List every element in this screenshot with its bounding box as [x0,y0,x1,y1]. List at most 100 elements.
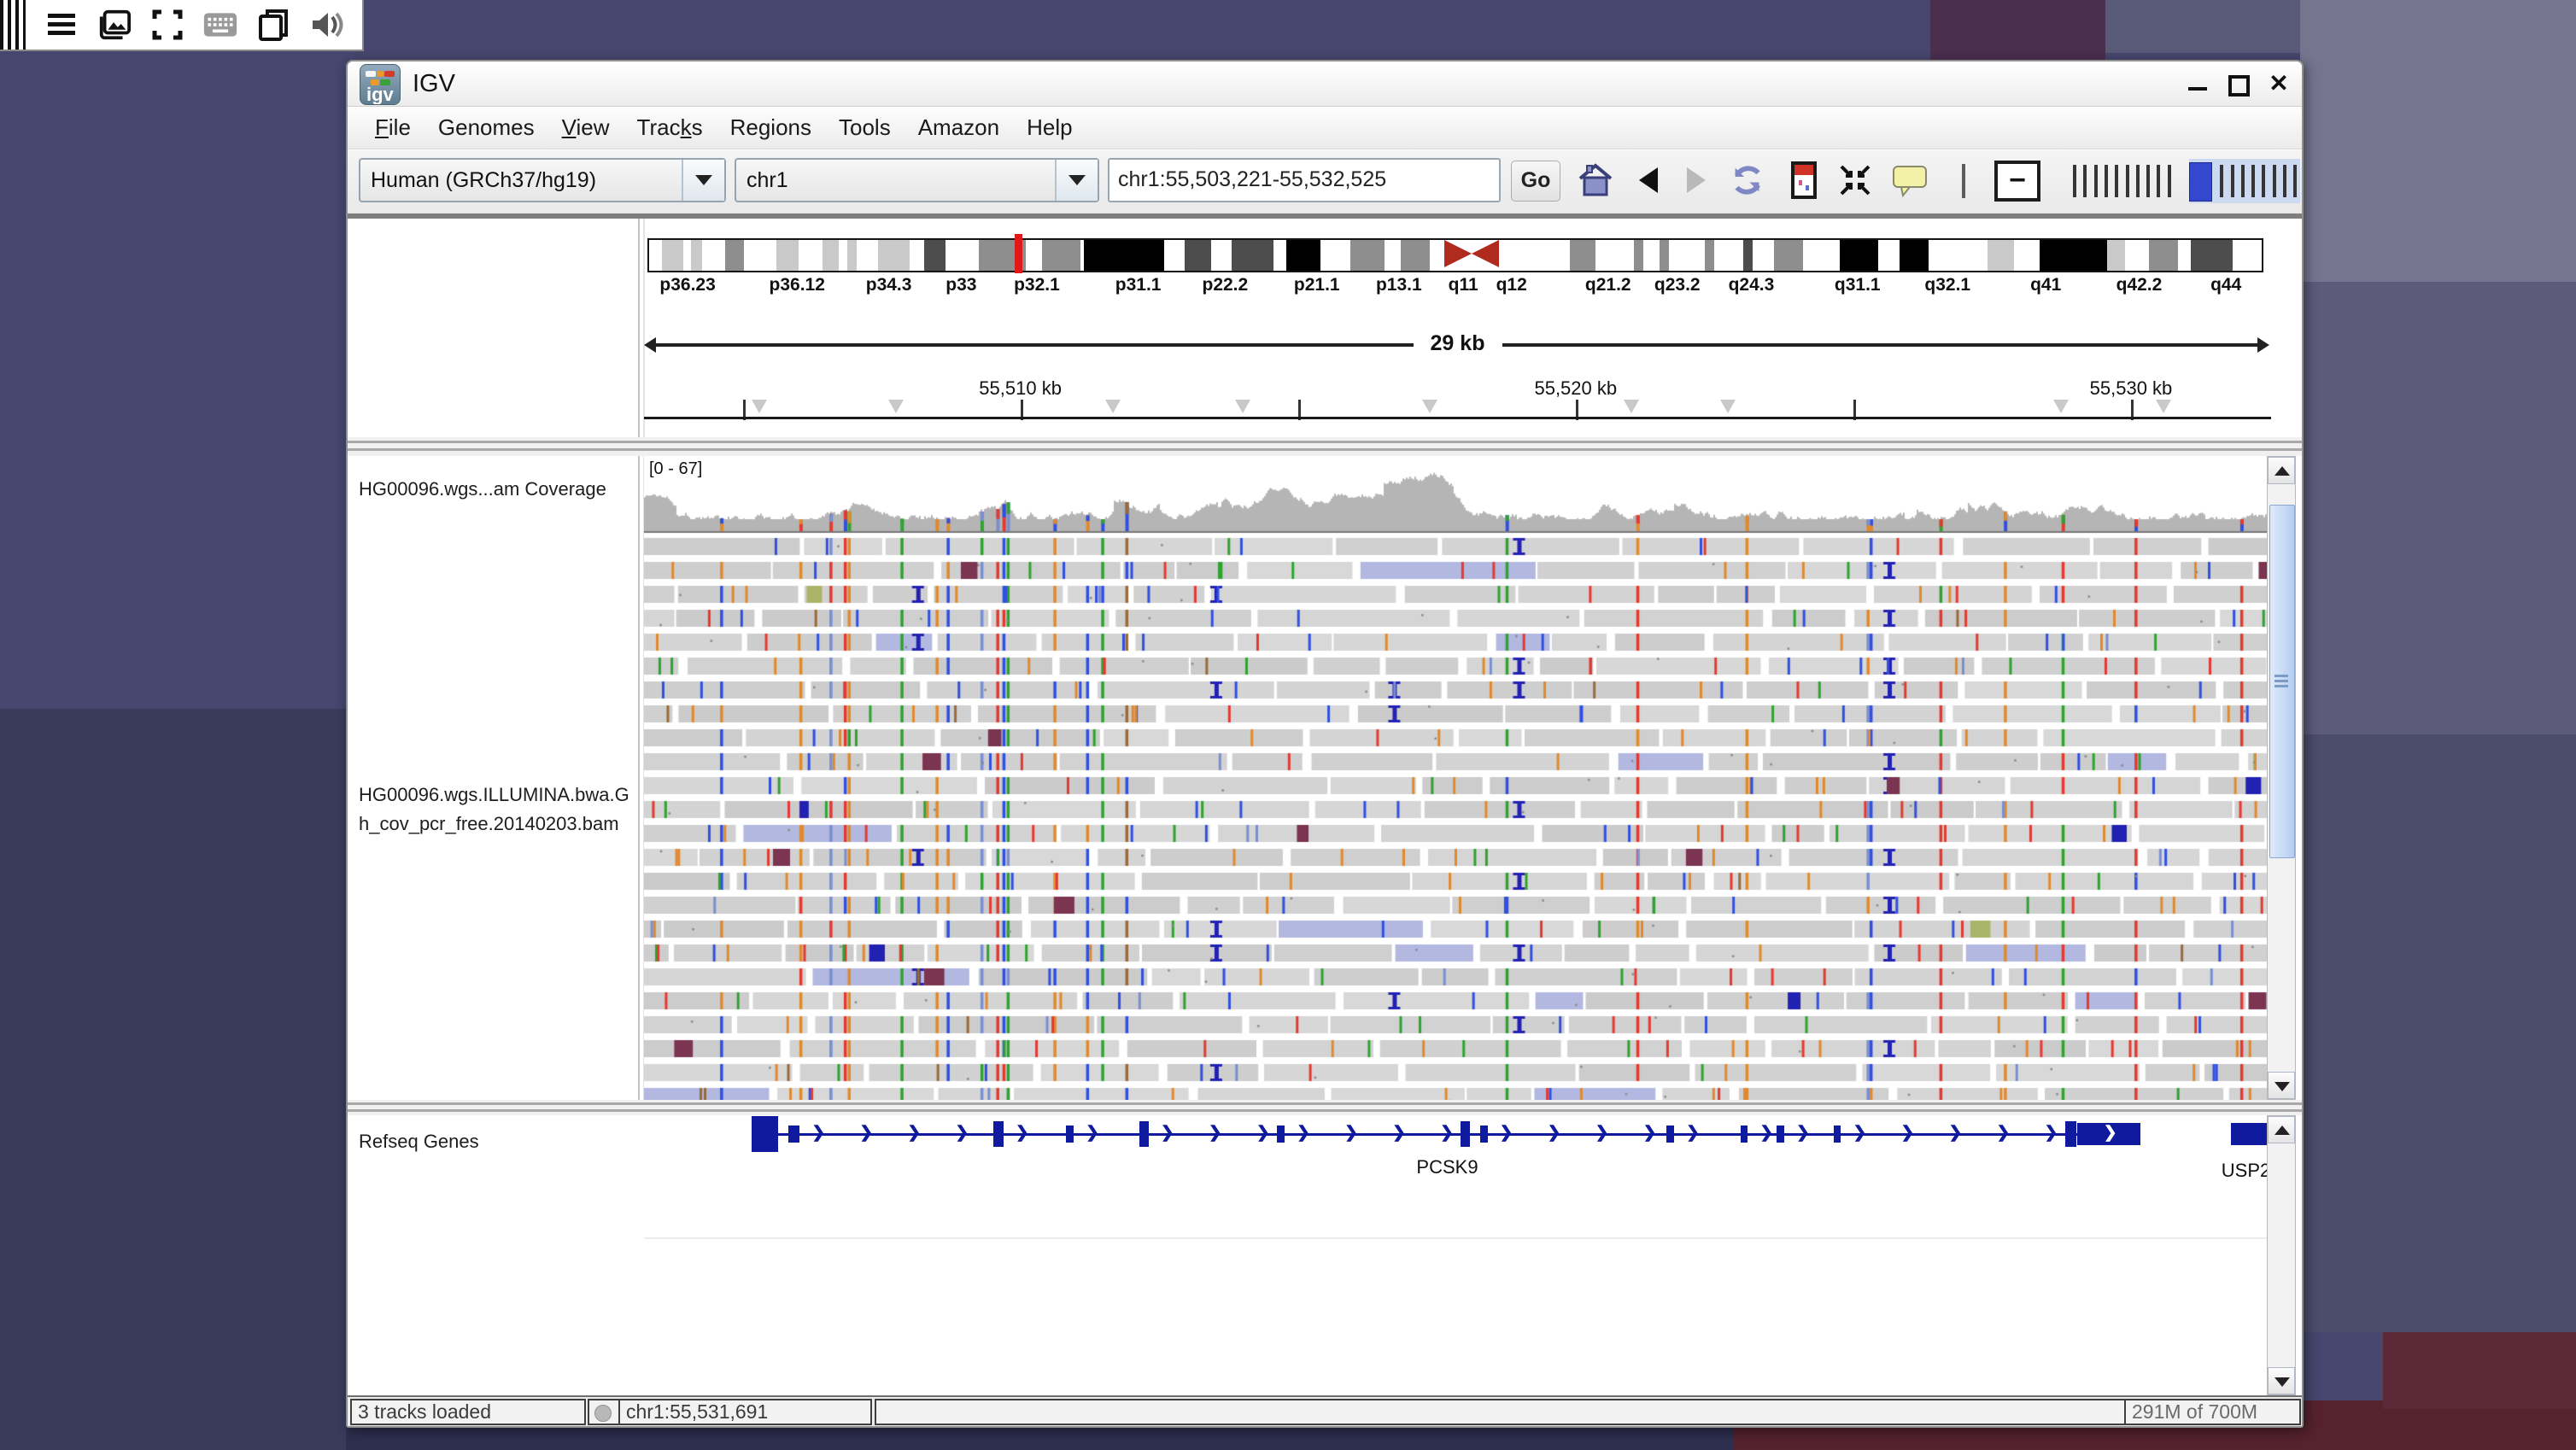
back-icon[interactable] [1629,159,1668,202]
gene-exon[interactable] [788,1126,799,1143]
ideogram-band [1499,240,1570,271]
titlebar[interactable]: igv IGV ✕ [348,61,2302,107]
alignment-scrollbar[interactable] [2267,456,2296,1100]
menu-file[interactable]: File [361,109,424,146]
copy-icon[interactable] [256,8,290,42]
panel-splitter[interactable] [348,1100,2302,1115]
gene-exon[interactable] [1461,1121,1470,1147]
band-label-p36.23: p36.23 [659,275,715,295]
gene-track-area[interactable]: ❯❯❯❯❯❯❯❯❯❯❯❯❯❯❯❯❯❯❯❯❯❯❯❯❯❯ PCSK9 USP24 [644,1115,2267,1395]
menu-amazon[interactable]: Amazon [905,109,1013,146]
gene-exon[interactable] [1277,1126,1285,1143]
strand-arrow-icon: ❯ [859,1123,873,1143]
panel-splitter[interactable] [348,437,2302,456]
scroll-up-icon[interactable] [2268,457,2295,484]
gene-exon-usp24[interactable] [2231,1123,2267,1145]
band-label-q24.3: q24.3 [1729,275,1775,295]
zoom-tick[interactable] [2241,165,2245,197]
fit-to-window-icon[interactable] [1835,159,1875,202]
zoom-tick[interactable] [2083,165,2087,197]
zoom-out-button[interactable]: − [1994,161,2040,202]
menu-genomes[interactable]: Genomes [424,109,548,146]
gene-label-pcsk9[interactable]: PCSK9 [1416,1156,1478,1178]
minimize-button[interactable] [2184,72,2213,96]
strand-arrow-icon: ❯ [1297,1123,1310,1143]
zoom-tick[interactable] [2146,165,2150,197]
ideogram-band [857,240,877,271]
zoom-tick[interactable] [2073,165,2076,197]
keyboard-icon[interactable] [203,8,237,42]
zoom-tick[interactable] [2105,165,2108,197]
zoom-tick[interactable] [2283,165,2286,197]
strand-arrow-icon: ❯ [2044,1123,2058,1143]
chromosome-ideogram[interactable] [647,238,2263,272]
zoom-tick[interactable] [2115,165,2118,197]
zoom-tick[interactable] [2251,165,2255,197]
home-icon[interactable] [1576,159,1615,202]
gene-exon[interactable] [1480,1126,1488,1143]
zoom-tick[interactable] [2136,165,2140,197]
strand-arrow-icon: ❯ [1016,1123,1029,1143]
gene-exon[interactable] [1066,1126,1074,1143]
gene-exon[interactable] [993,1121,1004,1147]
gene-exon[interactable] [1666,1126,1674,1143]
zoom-tick[interactable] [2262,165,2265,197]
menu-help[interactable]: Help [1013,109,1086,146]
ideogram-band [1570,240,1595,271]
zoom-tick[interactable] [2094,165,2098,197]
volume-icon[interactable] [309,8,343,42]
ideogram-band [946,240,980,271]
go-button[interactable]: Go [1511,161,1560,202]
alignment-track-name-line1[interactable]: HG00096.wgs.ILLUMINA.bwa.G [359,784,629,806]
strand-arrow-icon: ❯ [2104,1123,2117,1143]
gene-exon[interactable] [1777,1126,1784,1143]
zoom-slider-thumb[interactable] [2189,162,2212,202]
zoom-tick[interactable] [2126,165,2129,197]
maximize-button[interactable] [2223,72,2252,96]
alignment-canvas[interactable] [644,456,2267,1100]
menu-tools[interactable]: Tools [825,109,905,146]
ideogram-band [839,240,846,271]
scroll-down-icon[interactable] [2268,1367,2295,1394]
screenshot-toolbar [0,0,364,51]
screenshot-icon[interactable] [97,8,132,42]
tooltip-mode-icon[interactable] [1890,159,1929,202]
gene-exon[interactable] [1834,1126,1841,1143]
gene-exon[interactable] [1741,1126,1748,1143]
alignment-track-name-line2[interactable]: h_cov_pcr_free.20140203.bam [359,813,619,835]
chevron-down-icon[interactable] [1055,160,1098,201]
chromosome-select[interactable]: chr1 [735,158,1099,202]
region-of-interest-icon[interactable] [1784,159,1824,202]
scroll-up-icon[interactable] [2268,1116,2295,1143]
locus-input[interactable]: chr1:55,503,221-55,532,525 [1108,158,1501,202]
gene-exon[interactable] [752,1116,777,1152]
menu-view[interactable]: View [548,109,624,146]
menu-regions[interactable]: Regions [717,109,825,146]
menu-tracks[interactable]: Tracks [624,109,717,146]
close-button[interactable]: ✕ [2264,72,2293,96]
forward-icon[interactable] [1677,159,1716,202]
gene-exon[interactable] [2065,1121,2076,1147]
strand-arrow-icon: ❯ [1161,1123,1174,1143]
chevron-down-icon[interactable] [682,160,724,201]
gene-track-name[interactable]: Refseq Genes [359,1131,479,1153]
scrollbar-thumb[interactable] [2269,505,2295,858]
coverage-track-name[interactable]: HG00096.wgs...am Coverage [359,478,606,500]
zoom-tick[interactable] [2231,165,2234,197]
drag-handle-icon[interactable] [0,0,26,50]
zoom-tick[interactable] [2220,165,2223,197]
genome-select[interactable]: Human (GRCh37/hg19) [359,158,726,202]
ideogram-band [1988,240,2013,271]
zoom-tick[interactable] [2157,165,2160,197]
fullscreen-icon[interactable] [150,8,184,42]
gene-scrollbar[interactable] [2267,1115,2296,1395]
zoom-tick[interactable] [2273,165,2276,197]
scroll-down-icon[interactable] [2268,1072,2295,1099]
menu-icon[interactable] [44,8,79,42]
zoom-tick[interactable] [2293,165,2297,197]
gene-exon[interactable] [1139,1121,1149,1147]
zoom-tick[interactable] [2168,165,2171,197]
refresh-icon[interactable] [1728,159,1767,202]
gene-label-usp24[interactable]: USP24 [2222,1160,2267,1182]
strand-arrow-icon: ❯ [811,1123,825,1143]
